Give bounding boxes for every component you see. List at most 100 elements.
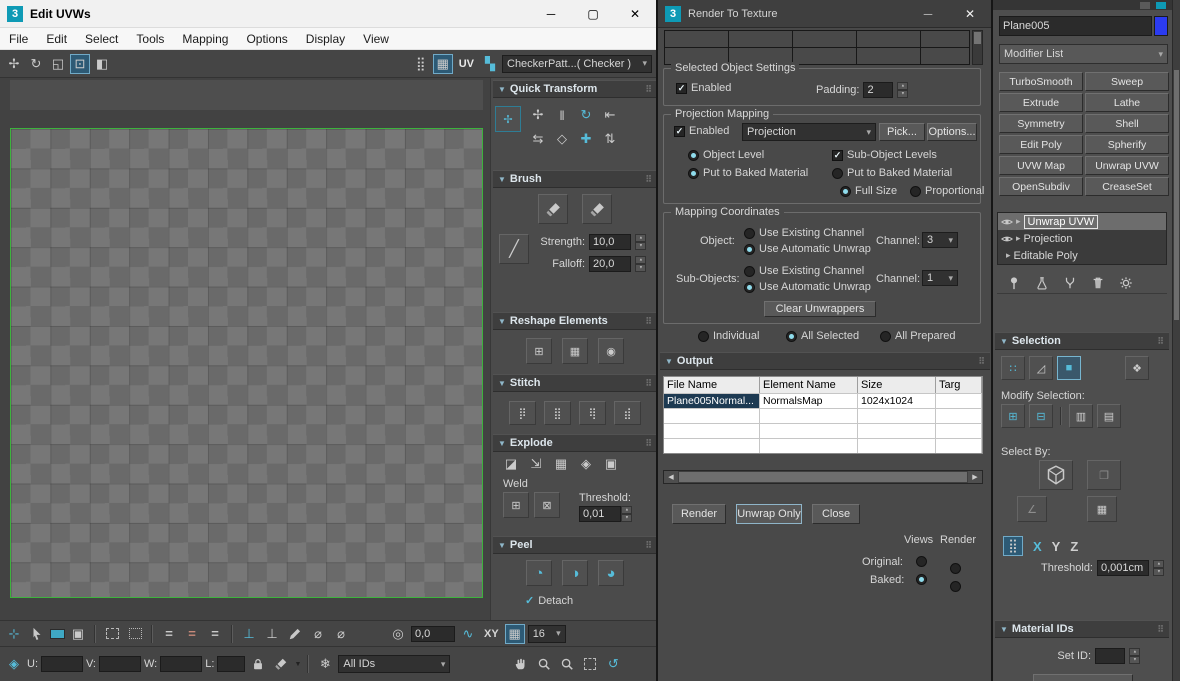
add-transform-icon[interactable]: ✚ [575, 128, 597, 150]
texture-list-dropdown[interactable]: CheckerPatt...( Checker ) [502, 54, 652, 73]
weld-threshold-spinner[interactable] [621, 506, 632, 522]
peel-mode-icon[interactable]: ◑ [562, 560, 588, 586]
col-element-name[interactable]: Element Name [760, 377, 858, 393]
proportional-radio[interactable] [910, 185, 921, 197]
zoom-region-icon[interactable] [557, 654, 577, 674]
output-hscrollbar[interactable]: ◀ ▶ [663, 470, 983, 484]
checker-pattern-icon[interactable]: ▚ [480, 54, 500, 74]
stitch-tool-1-icon[interactable]: ⡿ [509, 401, 536, 425]
close-icon[interactable]: ✕ [949, 0, 991, 27]
edge-mode-3-icon[interactable]: = [205, 624, 225, 644]
align-to-edge-icon[interactable]: ⇤ [599, 104, 621, 126]
x-axis-button[interactable]: X [1033, 539, 1042, 554]
rollout-quick-transform[interactable]: ▼ Quick Transform [493, 80, 656, 98]
full-size-radio[interactable] [840, 185, 851, 197]
shrink-selection-button[interactable]: ⊟ [1029, 404, 1053, 428]
rollout-output[interactable]: ▼ Output [660, 352, 990, 370]
soft-selection-curve-icon[interactable]: ∿ [458, 624, 478, 644]
uv-coordinate-field[interactable]: 0,0 [411, 625, 455, 642]
put-to-baked-material-radio-2[interactable] [832, 167, 843, 179]
menu-select[interactable]: Select [76, 32, 127, 46]
close-icon[interactable]: ✕ [614, 0, 656, 27]
weld-threshold-field[interactable]: 0,01 [579, 506, 621, 522]
falloff-spinner[interactable] [635, 256, 646, 272]
explode-tool-4-icon[interactable]: ◈ [576, 454, 596, 474]
minimize-icon[interactable]: ─ [907, 0, 949, 27]
individual-radio[interactable] [698, 330, 709, 342]
projection-enabled-checkbox[interactable] [674, 125, 685, 137]
zoom-icon[interactable] [534, 654, 554, 674]
pick-button[interactable]: Pick... [879, 123, 925, 141]
modifier-button-extrude[interactable]: Extrude [999, 93, 1083, 112]
select-by-angle-button[interactable]: ∠ [1017, 496, 1047, 522]
object-level-radio[interactable] [688, 149, 699, 161]
modifier-button-spherify[interactable]: Spherify [1085, 135, 1169, 154]
explode-tool-5-icon[interactable]: ▣ [601, 454, 621, 474]
col-target[interactable]: Targ [936, 377, 982, 393]
sub-object-levels-checkbox[interactable] [832, 149, 843, 161]
detach-checkbox[interactable]: ✓ [525, 594, 534, 607]
scale-tool-icon[interactable]: ◱ [48, 54, 68, 74]
stitch-tool-4-icon[interactable]: ⣾ [614, 401, 641, 425]
vertex-mode-button[interactable]: ∷ [1001, 356, 1025, 380]
fill-mode-icon[interactable] [271, 654, 291, 674]
edge-mode-button[interactable]: ◿ [1029, 356, 1053, 380]
menu-edit[interactable]: Edit [37, 32, 76, 46]
stack-item-projection[interactable]: ▸ Projection [998, 230, 1166, 247]
polygon-mode-button[interactable]: ■ [1057, 356, 1081, 380]
select-id-button-partial[interactable] [1033, 674, 1133, 681]
stack-item-editable-poly[interactable]: ▸ Editable Poly [998, 247, 1166, 264]
remove-modifier-icon[interactable] [1091, 276, 1105, 290]
threshold-spinner[interactable] [1153, 560, 1164, 576]
arc-rotate-icon[interactable]: ↺ [603, 654, 623, 674]
space-horizontal-icon[interactable]: ⇆ [527, 128, 549, 150]
modifier-button-lathe[interactable]: Lathe [1085, 93, 1169, 112]
projection-modifier-dropdown[interactable]: Projection [742, 123, 876, 141]
select-loop-button[interactable]: ▤ [1097, 404, 1121, 428]
l-field[interactable] [217, 656, 246, 672]
grow-selection-button[interactable]: ⊞ [1001, 404, 1025, 428]
strength-spinner[interactable] [635, 234, 646, 250]
measure-2-icon[interactable]: ⌀ [331, 624, 351, 644]
falloff-field[interactable]: 20,0 [589, 256, 631, 272]
rollout-peel[interactable]: ▼ Peel [493, 536, 656, 554]
show-map-icon[interactable]: ▦ [432, 53, 453, 74]
views-original-radio[interactable] [916, 556, 927, 567]
minimize-icon[interactable]: ─ [530, 0, 572, 27]
panel-scrollbar[interactable] [1172, 0, 1180, 681]
menu-mapping[interactable]: Mapping [173, 32, 237, 46]
rtt-objects-table[interactable] [664, 30, 970, 65]
all-selected-radio[interactable] [786, 330, 797, 342]
set-id-spinner[interactable] [1129, 648, 1140, 664]
rollout-material-ids[interactable]: ▼ Material IDs [995, 620, 1169, 638]
align-vertical-icon[interactable]: ‖ [551, 104, 573, 126]
rollout-stitch[interactable]: ▼ Stitch [493, 374, 656, 392]
rtt-objects-scrollbar[interactable] [972, 30, 983, 65]
space-vertical-icon[interactable]: ⇅ [599, 128, 621, 150]
select-by-smoothing-button[interactable]: ▦ [1087, 496, 1117, 522]
lock-selection-icon[interactable] [248, 654, 268, 674]
mirror-tool-icon[interactable]: ◧ [92, 54, 112, 74]
explode-tool-2-icon[interactable]: ⇲ [526, 454, 546, 474]
uv-checker-grid[interactable] [10, 128, 483, 598]
output-table-row[interactable]: Plane005Normal... NormalsMap 1024x1024 [664, 393, 982, 408]
relax-brush-icon[interactable] [582, 194, 612, 224]
pin-stack-icon[interactable] [1007, 276, 1021, 290]
render-button[interactable]: Render [672, 504, 726, 524]
scroll-left-icon[interactable]: ◀ [664, 471, 678, 483]
render-original-radio[interactable] [950, 563, 961, 574]
zoom-extents-icon[interactable] [580, 654, 600, 674]
move-tool-icon[interactable]: ✢ [4, 54, 24, 74]
maximize-icon[interactable]: ▢ [572, 0, 614, 27]
rollout-selection[interactable]: ▼ Selection [995, 332, 1169, 350]
select-cursor-icon[interactable] [27, 624, 47, 644]
rotate-tool-icon[interactable]: ↻ [26, 54, 46, 74]
expand-arrow-icon[interactable]: ▸ [1016, 216, 1021, 227]
scrollbar-thumb[interactable] [1174, 70, 1179, 320]
falloff-curve-icon[interactable]: ╱ [499, 234, 529, 264]
y-axis-button[interactable]: Y [1052, 539, 1061, 554]
freeze-icon[interactable]: ❄ [315, 654, 335, 674]
clear-unwrappers-button[interactable]: Clear Unwrappers [764, 301, 876, 317]
menu-file[interactable]: File [0, 32, 37, 46]
strength-field[interactable]: 10,0 [589, 234, 631, 250]
